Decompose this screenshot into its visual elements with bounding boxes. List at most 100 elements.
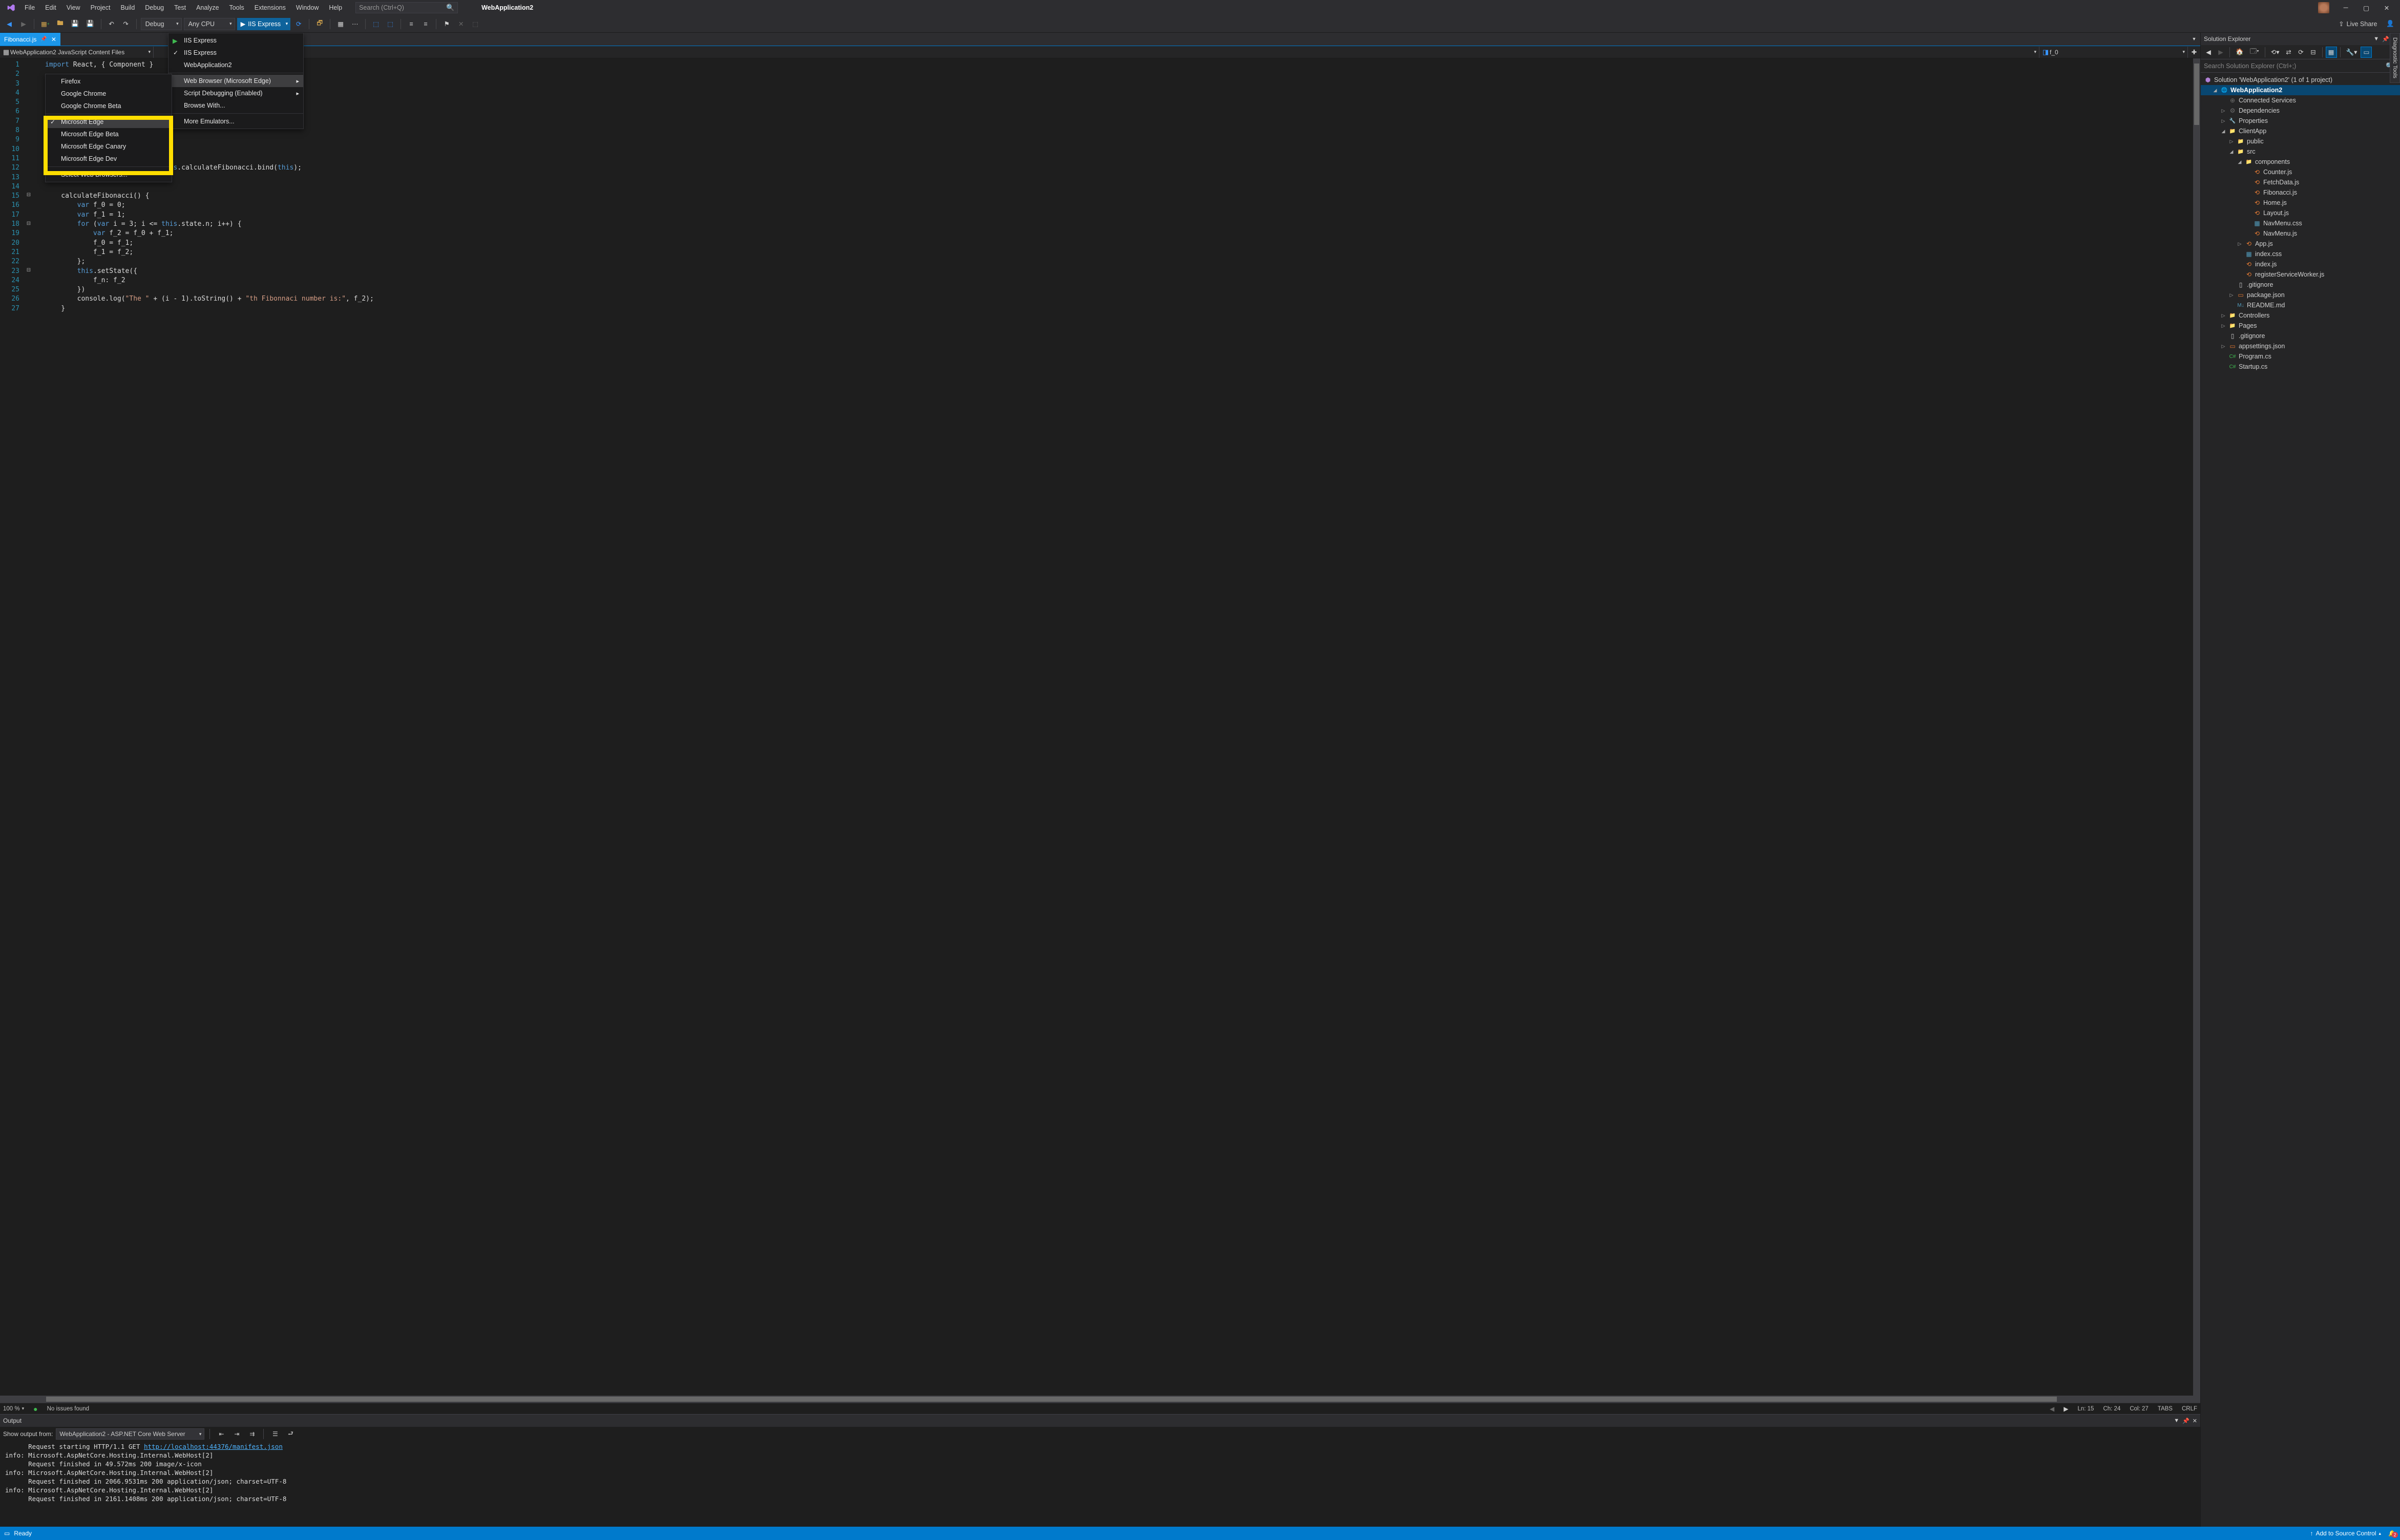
se-collapse-button[interactable]: ⊟ xyxy=(2308,47,2319,58)
tb-icon-6[interactable]: ≡ xyxy=(419,18,432,30)
menu-analyze[interactable]: Analyze xyxy=(191,2,224,13)
menu-view[interactable]: View xyxy=(61,2,86,13)
menu-item[interactable]: Microsoft Edge xyxy=(46,116,172,128)
pin-icon[interactable]: 📌 xyxy=(2382,36,2389,43)
menu-item[interactable]: Microsoft Edge Beta xyxy=(46,128,172,140)
menu-item[interactable]: WebApplication2 xyxy=(169,59,303,71)
tree-node[interactable]: ◢📁ClientApp xyxy=(2201,126,2400,136)
tree-node[interactable]: ⟲NavMenu.js xyxy=(2201,228,2400,239)
tree-node[interactable]: ▷▭appsettings.json xyxy=(2201,341,2400,351)
tree-node[interactable]: ◢📁src xyxy=(2201,146,2400,157)
code-content[interactable]: import React, { Component } i = this.cal… xyxy=(25,58,2193,1396)
browser-link-button[interactable]: 🗗 xyxy=(313,18,326,30)
tree-node[interactable]: ▯.gitignore xyxy=(2201,331,2400,341)
member-dropdown[interactable]: ◨ f_0 xyxy=(2039,47,2188,58)
tree-node[interactable]: C#Startup.cs xyxy=(2201,362,2400,372)
menu-item[interactable]: More Emulators... xyxy=(169,115,303,128)
tree-node[interactable]: ▷▭package.json xyxy=(2201,290,2400,300)
source-control-button[interactable]: ↑ Add to Source Control ▴ xyxy=(2310,1530,2381,1537)
open-button[interactable]: 🖿 xyxy=(54,18,66,30)
menu-item[interactable]: Microsoft Edge Dev xyxy=(46,153,172,165)
tb-icon-2[interactable]: ⋯ xyxy=(349,18,361,30)
file-tab[interactable]: Fibonacci.js 📌 ✕ xyxy=(0,33,61,46)
user-avatar[interactable] xyxy=(2318,2,2329,13)
line-indicator[interactable]: Ln: 15 xyxy=(2077,1406,2094,1412)
scroll-left-icon[interactable]: ◀ xyxy=(2050,1405,2054,1412)
nav-fwd-button[interactable]: ▶ xyxy=(17,18,30,30)
menu-item[interactable]: IIS Express xyxy=(169,47,303,59)
tb-icon-8[interactable]: ⬚ xyxy=(469,18,481,30)
tree-node[interactable]: ⊕Connected Services xyxy=(2201,95,2400,106)
menu-debug[interactable]: Debug xyxy=(140,2,169,13)
output-source-dropdown[interactable]: WebApplication2 - ASP.NET Core Web Serve… xyxy=(56,1428,204,1440)
fold-icon[interactable]: ⊟ xyxy=(26,221,32,226)
se-preview-button[interactable]: ▭ xyxy=(2361,47,2372,58)
menu-extensions[interactable]: Extensions xyxy=(249,2,291,13)
menu-item[interactable]: Browse With... xyxy=(169,99,303,112)
tree-node[interactable]: ⟲Home.js xyxy=(2201,198,2400,208)
scroll-right-icon[interactable]: ▶ xyxy=(2064,1405,2068,1412)
code-editor[interactable]: 1234567891011121314151617181920212223242… xyxy=(0,58,2200,1396)
expand-icon[interactable]: ◢ xyxy=(2228,149,2235,155)
scope-dropdown[interactable]: ▦ WebApplication2 JavaScript Content Fil… xyxy=(0,47,154,58)
col-indicator[interactable]: Col: 27 xyxy=(2130,1406,2148,1412)
char-indicator[interactable]: Ch: 24 xyxy=(2103,1406,2120,1412)
word-wrap-button[interactable]: ⮐ xyxy=(284,1428,297,1440)
menu-build[interactable]: Build xyxy=(115,2,140,13)
tree-node[interactable]: ◢📁components xyxy=(2201,157,2400,167)
refresh-button[interactable]: ⟳ xyxy=(292,18,305,30)
tree-node[interactable]: ⟲Layout.js xyxy=(2201,208,2400,218)
tree-node[interactable]: ▷🔧Properties xyxy=(2201,116,2400,126)
tree-node[interactable]: ⟲FetchData.js xyxy=(2201,177,2400,187)
se-forward-button[interactable]: ▶ xyxy=(2215,47,2226,58)
tree-node[interactable]: ▯.gitignore xyxy=(2201,280,2400,290)
tree-node[interactable]: ▷📁Pages xyxy=(2201,321,2400,331)
tb-icon-1[interactable]: ▦ xyxy=(334,18,347,30)
tb-icon-7[interactable]: ✕ xyxy=(455,18,467,30)
live-share-button[interactable]: ⇪ Live Share xyxy=(2334,18,2382,30)
menu-test[interactable]: Test xyxy=(169,2,191,13)
tree-node[interactable]: ⟲registerServiceWorker.js xyxy=(2201,269,2400,280)
clear-all-button[interactable]: ☰ xyxy=(269,1428,281,1440)
platform-dropdown[interactable]: Any CPU xyxy=(184,18,235,30)
zoom-control[interactable]: 100 % ▾ xyxy=(3,1406,24,1412)
menu-edit[interactable]: Edit xyxy=(40,2,61,13)
menu-item[interactable]: Web Browser (Microsoft Edge) xyxy=(169,75,303,87)
tree-node[interactable]: ⟲Counter.js xyxy=(2201,167,2400,177)
run-button[interactable]: ▶ IIS Express xyxy=(237,18,291,30)
se-refresh-button[interactable]: ⟳ xyxy=(2296,47,2307,58)
expand-icon[interactable]: ◢ xyxy=(2220,129,2226,134)
menu-item[interactable]: Google Chrome xyxy=(46,88,172,100)
fold-icon[interactable]: ⊟ xyxy=(26,192,32,198)
tb-icon-5[interactable]: ≡ xyxy=(405,18,417,30)
fold-icon[interactable]: ⊟ xyxy=(26,267,32,273)
account-button[interactable]: 👤 xyxy=(2384,18,2397,30)
tb-icon-4[interactable]: ⬚ xyxy=(384,18,396,30)
expand-icon[interactable]: ▷ xyxy=(2228,139,2235,144)
se-properties-button[interactable]: 🔧▾ xyxy=(2344,47,2360,58)
solution-explorer-header[interactable]: Solution Explorer ▼ 📌 ✕ xyxy=(2201,33,2400,45)
expand-icon[interactable]: ◢ xyxy=(2212,88,2218,93)
horizontal-scrollbar[interactable] xyxy=(0,1396,2200,1403)
panel-dropdown-icon[interactable]: ▼ xyxy=(2373,36,2379,43)
menu-tools[interactable]: Tools xyxy=(224,2,249,13)
menu-window[interactable]: Window xyxy=(291,2,324,13)
pin-icon[interactable]: 📌 xyxy=(40,36,47,42)
output-header[interactable]: Output ▼ 📌 ✕ xyxy=(0,1415,2200,1427)
expand-icon[interactable]: ◢ xyxy=(2237,159,2243,165)
se-back-button[interactable]: ◀ xyxy=(2203,47,2214,58)
se-home-button[interactable]: 🏠 xyxy=(2233,47,2246,58)
expand-icon[interactable]: ▷ xyxy=(2220,108,2226,114)
tree-node[interactable]: ▷⟲App.js xyxy=(2201,239,2400,249)
se-show-all-button[interactable]: ▦ xyxy=(2326,47,2337,58)
redo-button[interactable]: ↷ xyxy=(120,18,132,30)
menu-item[interactable]: Script Debugging (Enabled) xyxy=(169,87,303,99)
vertical-scrollbar[interactable] xyxy=(2193,58,2200,1396)
close-button[interactable]: ✕ xyxy=(2376,0,2397,15)
undo-button[interactable]: ↶ xyxy=(106,18,118,30)
new-project-button[interactable]: ▦+ xyxy=(38,18,52,30)
tree-node[interactable]: ◢🌐WebApplication2 xyxy=(2201,85,2400,95)
expand-icon[interactable]: ▷ xyxy=(2220,313,2226,319)
no-issues-label[interactable]: No issues found xyxy=(47,1406,89,1412)
out-btn-3[interactable]: ⇉ xyxy=(246,1428,258,1440)
